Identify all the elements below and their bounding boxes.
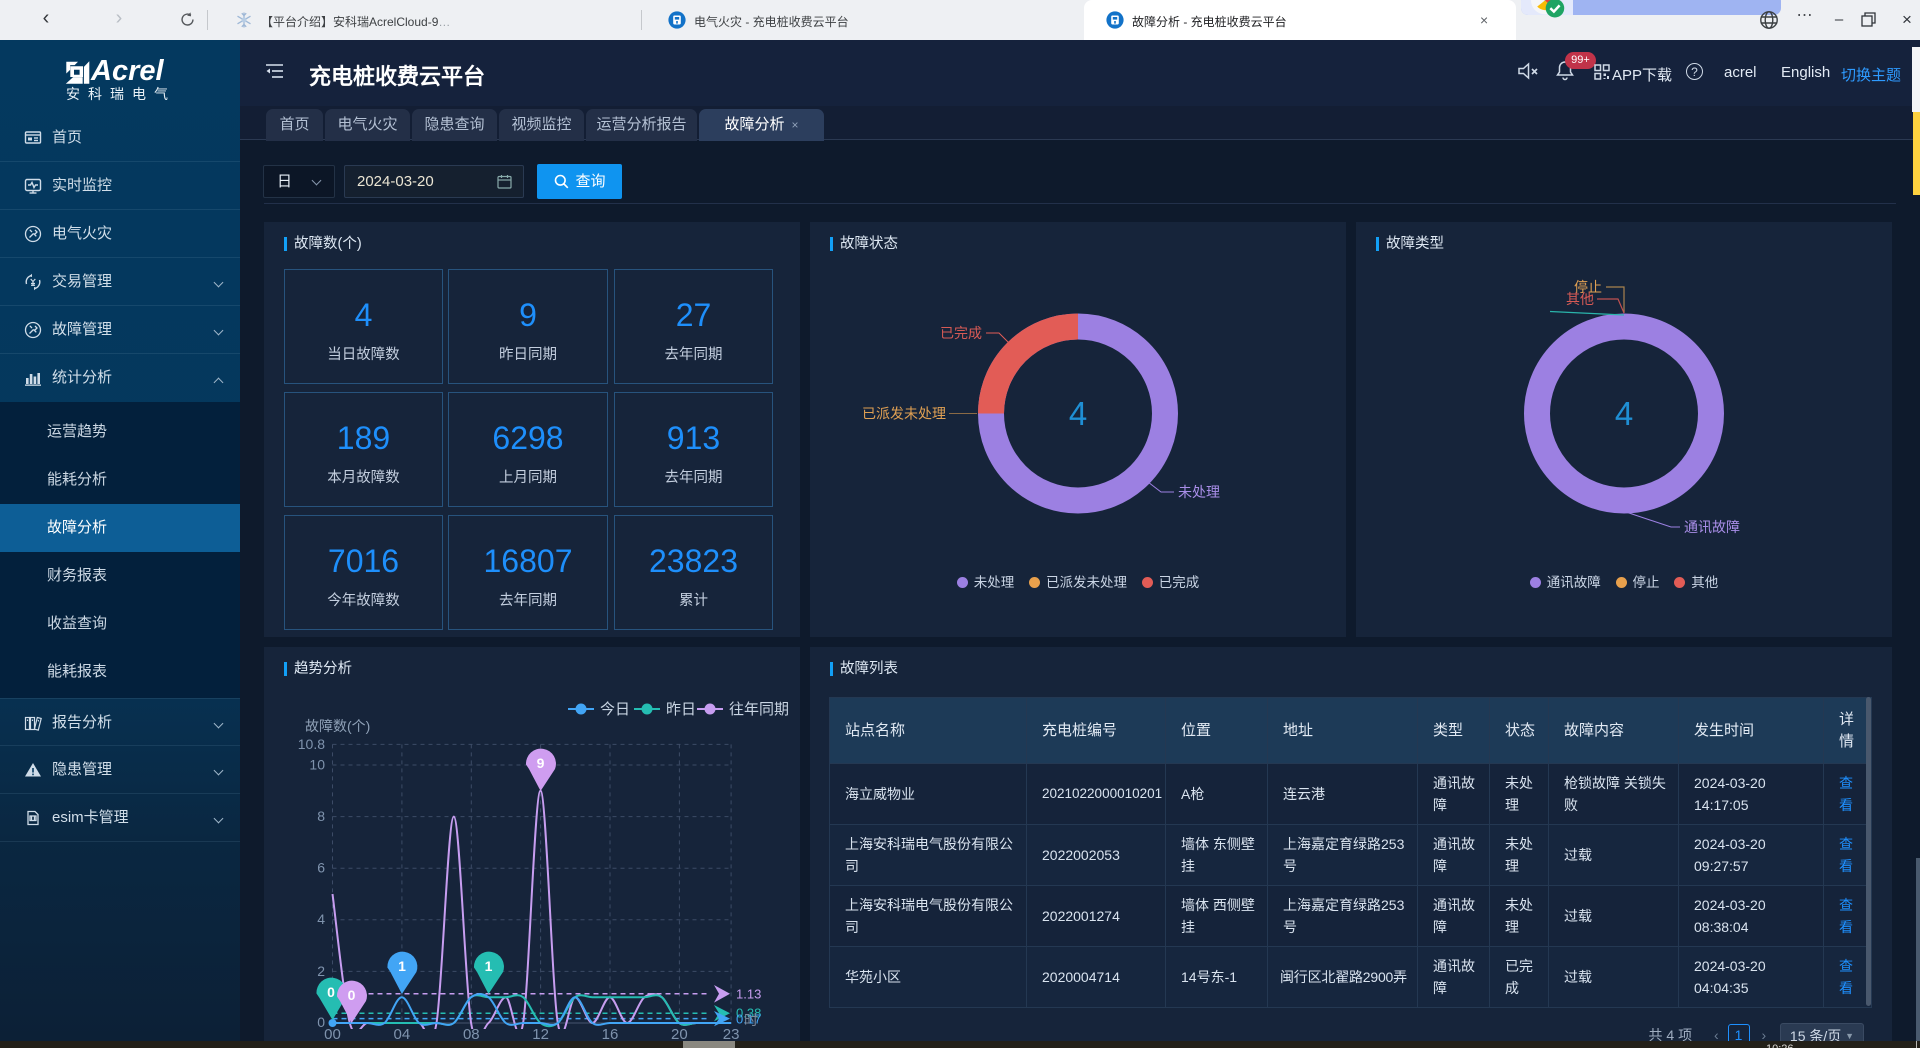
svg-text:8: 8: [317, 808, 325, 824]
svg-text:1.13: 1.13: [736, 987, 761, 1002]
svg-text:往年同期: 往年同期: [729, 701, 789, 718]
svg-text:1: 1: [398, 958, 406, 974]
svg-text:4: 4: [317, 911, 325, 927]
svg-text:2: 2: [317, 963, 325, 979]
svg-text:4: 4: [1615, 395, 1633, 432]
svg-text:6: 6: [317, 860, 325, 876]
svg-text:其他: 其他: [1566, 291, 1594, 307]
svg-text:未处理: 未处理: [1178, 484, 1220, 500]
svg-text:已派发未处理: 已派发未处理: [862, 406, 946, 422]
svg-text:时: 时: [744, 1012, 758, 1028]
svg-text:通讯故障: 通讯故障: [1684, 519, 1740, 535]
svg-text:昨日: 昨日: [666, 701, 696, 718]
svg-text:今日: 今日: [600, 701, 630, 718]
svg-text:故障数(个): 故障数(个): [305, 718, 370, 734]
svg-text:0: 0: [348, 987, 356, 1003]
svg-text:10: 10: [309, 756, 325, 772]
svg-text:4: 4: [1069, 395, 1087, 432]
svg-text:0: 0: [327, 984, 335, 1000]
svg-text:10.8: 10.8: [298, 736, 325, 752]
svg-text:1: 1: [485, 958, 493, 974]
svg-text:已完成: 已完成: [940, 325, 982, 341]
svg-text:9: 9: [537, 755, 545, 771]
